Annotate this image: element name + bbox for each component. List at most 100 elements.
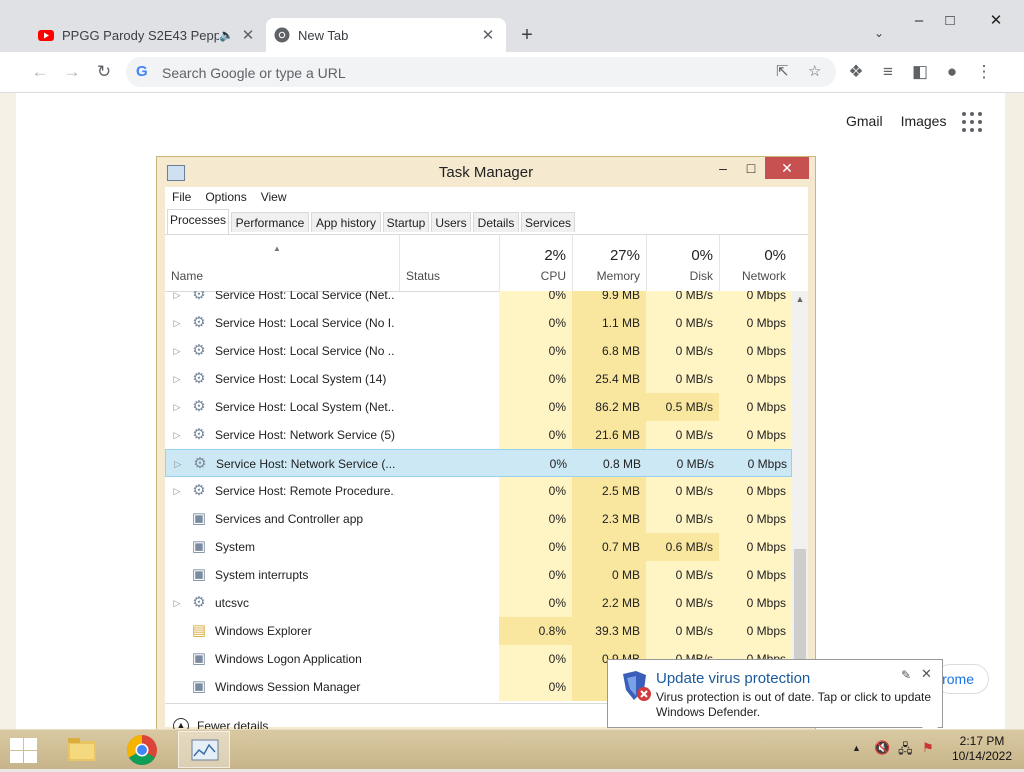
close-tab-icon[interactable]: ✕ [478,26,498,44]
process-row[interactable]: ▣ System interrupts 0% 0 MB 0 MB/s 0 Mbps [165,561,792,589]
chevron-up-icon[interactable]: ▲ [852,743,861,753]
tab-app-history[interactable]: App history [311,212,381,232]
process-row[interactable]: ▷ ⚙ Service Host: Local Service (No I... 0%… [165,309,792,337]
close-tab-icon[interactable]: ✕ [238,26,258,44]
system-clock[interactable]: 2:17 PM 10/14/2022 [944,734,1020,764]
process-disk: 0 MB/s [646,421,719,449]
new-tab-button[interactable]: + [514,24,540,48]
profile-avatar-icon[interactable]: ● [940,60,964,84]
gmail-link[interactable]: Gmail [846,113,883,129]
speaker-icon[interactable]: 🔈 [219,28,234,42]
maximize-icon[interactable]: □ [737,157,765,179]
process-row[interactable]: ▷ ⚙ Service Host: Local Service (No ... 0% 6… [165,337,792,365]
address-bar[interactable]: G ⇱ ☆ [126,57,836,87]
process-cpu: 0% [549,457,567,471]
minimize-icon[interactable]: ‒ [709,157,737,179]
window-icon: ▣ [191,679,207,695]
media-control-icon[interactable]: ≡ [876,60,900,84]
omnibox-input[interactable] [160,61,764,85]
chevron-down-icon[interactable]: ⌄ [874,26,884,40]
process-memory: 9.9 MB [572,291,646,309]
gear-icon: ⚙ [192,291,206,303]
tab-details[interactable]: Details [473,212,519,232]
tab-youtube[interactable]: PPGG Parody S2E43 Peppa The 🔈 ✕ [30,18,266,52]
customize-chrome-button[interactable]: rome [935,664,989,694]
process-row[interactable]: ▣ Services and Controller app 0% 2.3 MB 0 MB… [165,505,792,533]
expand-chevron-icon[interactable]: ▷ [171,291,183,309]
column-header-memory[interactable]: 27% Memory [572,235,646,291]
back-icon[interactable]: ← [28,60,52,84]
expand-chevron-icon[interactable]: ▷ [171,309,183,337]
network-icon[interactable]: 🖧 [898,740,913,762]
process-name: Service Host: Local Service (No I... [215,316,395,330]
bookmark-star-icon[interactable]: ☆ [808,62,821,80]
defender-notification[interactable]: Update virus protection Virus protection… [607,659,943,728]
process-row[interactable]: ▷ ⚙ Service Host: Local System (14) 0% 25.4 … [165,365,792,393]
apps-grid-icon[interactable] [962,112,982,132]
images-link[interactable]: Images [901,113,947,129]
expand-chevron-icon[interactable]: ▷ [171,421,183,449]
column-header-disk[interactable]: 0% Disk [646,235,719,291]
expand-chevron-icon[interactable]: ▷ [171,589,183,617]
column-header-status[interactable]: Status [399,235,499,291]
menu-view[interactable]: View [254,187,294,204]
process-row[interactable]: ▷ ⚙ Service Host: Network Service (... 0% 0.… [165,449,792,477]
process-network: 0 Mbps [719,533,792,561]
reload-icon[interactable]: ↻ [92,60,116,84]
extensions-icon[interactable]: ❖ [844,60,868,84]
process-cpu: 0% [499,393,572,421]
tab-new-tab[interactable]: New Tab ✕ [266,18,506,52]
process-network: 0 Mbps [719,337,792,365]
action-center-warning-icon[interactable]: ⚑ [922,740,934,756]
column-header-network[interactable]: 0% Network [719,235,792,291]
tab-title: PPGG Parody S2E43 Peppa The [62,27,220,43]
tab-performance[interactable]: Performance [231,212,309,232]
process-row[interactable]: ▷ ⚙ Service Host: Local Service (Net... 0% 9… [165,291,792,309]
column-header-name[interactable]: ▲ Name [165,235,399,291]
process-name: Service Host: Network Service (... [216,457,396,471]
process-row[interactable]: ▤ Windows Explorer 0.8% 39.3 MB 0 MB/s 0 Mbps [165,617,792,645]
side-panel-icon[interactable]: ◧ [908,60,932,84]
task-manager-titlebar[interactable]: Task Manager ‒ □ ✕ [157,157,815,187]
close-notification-icon[interactable]: ✕ [921,666,932,682]
tab-services[interactable]: Services [521,212,575,232]
taskbar: ▲ 🔇 🖧 ⚑ 2:17 PM 10/14/2022 [0,729,1024,769]
gear-icon: ⚙ [192,399,206,415]
scroll-up-icon[interactable]: ▲ [792,291,808,307]
process-memory: 2.2 MB [572,589,646,617]
column-header-cpu[interactable]: 2% CPU [499,235,572,291]
close-window-icon[interactable]: ✕ [974,8,1018,34]
forward-icon[interactable]: → [60,60,84,84]
windows-start-icon[interactable] [8,737,38,763]
expand-chevron-icon[interactable]: ▷ [171,365,183,393]
process-row[interactable]: ▷ ⚙ Service Host: Local System (Net... 0% 86… [165,393,792,421]
process-network: 0 Mbps [719,291,792,309]
close-window-icon[interactable]: ✕ [765,157,809,179]
share-icon[interactable]: ⇱ [776,62,789,80]
menu-options[interactable]: Options [198,187,253,204]
process-row[interactable]: ▷ ⚙ utcsvc 0% 2.2 MB 0 MB/s 0 Mbps [165,589,792,617]
kebab-menu-icon[interactable]: ⋮ [972,60,996,84]
expand-chevron-icon[interactable]: ▷ [171,393,183,421]
pin-icon[interactable]: ✎ [901,668,911,682]
process-memory: 21.6 MB [572,421,646,449]
maximize-icon[interactable]: □ [932,8,968,34]
file-explorer-taskbar-button[interactable] [56,731,108,768]
expand-chevron-icon[interactable]: ▷ [171,337,183,365]
process-cpu: 0% [499,421,572,449]
expand-chevron-icon[interactable]: ▷ [171,477,183,505]
menu-file[interactable]: File [165,187,198,204]
speaker-muted-icon[interactable]: 🔇 [874,740,890,756]
process-memory: 0.8 MB [602,457,641,471]
process-row[interactable]: ▷ ⚙ Service Host: Network Service (5) 0% 21.… [165,421,792,449]
tab-startup[interactable]: Startup [383,212,429,232]
tab-users[interactable]: Users [431,212,471,232]
chrome-taskbar-button[interactable] [116,731,168,768]
process-row[interactable]: ▷ ⚙ Service Host: Remote Procedure... 0% 2.5… [165,477,792,505]
process-row[interactable]: ▣ System 0% 0.7 MB 0.6 MB/s 0 Mbps [165,533,792,561]
expand-chevron-icon[interactable]: ▷ [172,450,184,478]
vertical-scrollbar[interactable]: ▲ [792,291,808,703]
tab-processes[interactable]: Processes [167,209,229,234]
task-manager-taskbar-button[interactable] [178,731,230,768]
process-memory: 2.5 MB [572,477,646,505]
